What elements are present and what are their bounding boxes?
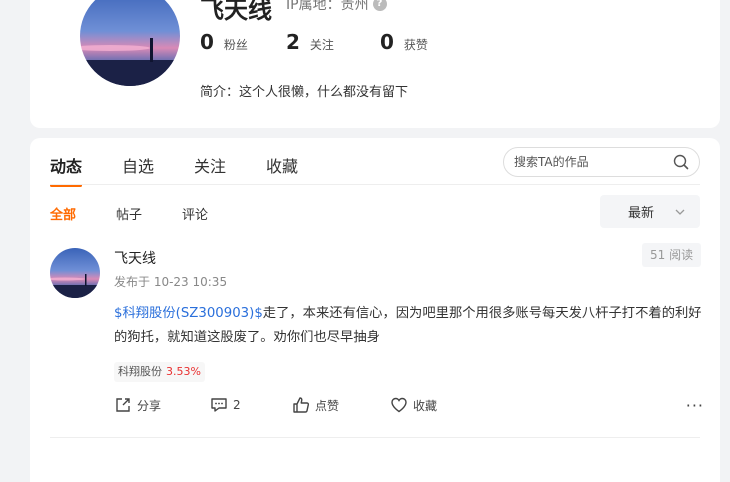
tab-following[interactable]: 关注 bbox=[194, 153, 266, 187]
stock-tag-name: 科翔股份 bbox=[118, 365, 162, 378]
like-label: 点赞 bbox=[315, 398, 340, 413]
stock-link[interactable]: $科翔股份(SZ300903)$ bbox=[114, 306, 263, 321]
stat-following-label: 关注 bbox=[309, 38, 334, 52]
user-name: 飞天线 bbox=[200, 0, 272, 24]
collect-button[interactable]: 收藏 bbox=[390, 396, 437, 414]
comment-icon bbox=[211, 398, 227, 412]
subtab-comments[interactable]: 评论 bbox=[182, 204, 208, 223]
stat-likes-value: 0 bbox=[380, 30, 394, 54]
comment-count: 2 bbox=[233, 398, 241, 412]
sort-label: 最新 bbox=[628, 206, 655, 221]
profile-card: 飞天线 IP属地：贵州 ? 0 粉丝 2 关注 0 获赞 简介：这个人很懒，什么… bbox=[30, 0, 720, 128]
help-icon[interactable]: ? bbox=[372, 0, 387, 11]
bio: 简介：这个人很懒，什么都没有留下 bbox=[200, 85, 409, 100]
stat-followers-value: 0 bbox=[200, 30, 214, 54]
search-input[interactable] bbox=[514, 155, 673, 169]
tab-dynamics[interactable]: 动态 bbox=[50, 153, 122, 187]
comment-button[interactable]: 2 bbox=[210, 396, 241, 414]
stock-tag-change: 3.53% bbox=[166, 365, 201, 378]
stat-following[interactable]: 2 关注 bbox=[286, 30, 334, 54]
avatar[interactable] bbox=[80, 0, 180, 86]
post-body: $科翔股份(SZ300903)$走了，本来还有信心，因为吧里那个用很多账号每天发… bbox=[114, 302, 704, 350]
share-label: 分享 bbox=[137, 398, 162, 413]
stat-likes: 0 获赞 bbox=[380, 30, 428, 54]
read-count-badge: 51 阅读 bbox=[642, 243, 702, 267]
post-author[interactable]: 飞天线 bbox=[114, 248, 156, 268]
collect-label: 收藏 bbox=[413, 398, 438, 413]
stock-tag[interactable]: 科翔股份 3.53% bbox=[114, 362, 205, 382]
heart-icon bbox=[391, 397, 407, 413]
share-icon bbox=[116, 398, 130, 412]
post-actions: 分享 2 点赞 收藏 ··· bbox=[114, 396, 704, 418]
sort-dropdown[interactable]: 最新 bbox=[600, 195, 700, 228]
ip-location: IP属地：贵州 ? bbox=[286, 0, 387, 14]
tabs-divider bbox=[50, 184, 700, 185]
subtab-posts[interactable]: 帖子 bbox=[116, 204, 142, 223]
share-button[interactable]: 分享 bbox=[114, 396, 161, 414]
tab-favorites[interactable]: 收藏 bbox=[266, 153, 338, 187]
post-avatar[interactable] bbox=[50, 248, 100, 298]
thumbs-up-icon bbox=[293, 397, 310, 413]
search-icon[interactable] bbox=[673, 154, 689, 170]
sub-tabs: 全部 帖子 评论 bbox=[50, 204, 248, 223]
stat-likes-label: 获赞 bbox=[403, 38, 428, 52]
stat-followers-label: 粉丝 bbox=[223, 38, 248, 52]
search-box bbox=[503, 147, 700, 177]
stat-followers[interactable]: 0 粉丝 bbox=[200, 30, 248, 54]
like-button[interactable]: 点赞 bbox=[292, 396, 339, 414]
ip-location-text: IP属地：贵州 bbox=[286, 0, 369, 13]
stat-following-value: 2 bbox=[286, 30, 300, 54]
subtab-all[interactable]: 全部 bbox=[50, 204, 76, 223]
chevron-down-icon bbox=[675, 209, 685, 215]
tab-watchlist[interactable]: 自选 bbox=[122, 153, 194, 187]
post-divider bbox=[50, 437, 700, 438]
main-tabs: 动态 自选 关注 收藏 bbox=[50, 153, 338, 187]
feed-card: 动态 自选 关注 收藏 全部 帖子 评论 最新 飞天线 发布于 10-23 10… bbox=[30, 138, 720, 482]
more-options-button[interactable]: ··· bbox=[686, 396, 704, 415]
post-time: 发布于 10-23 10:35 bbox=[114, 275, 228, 289]
